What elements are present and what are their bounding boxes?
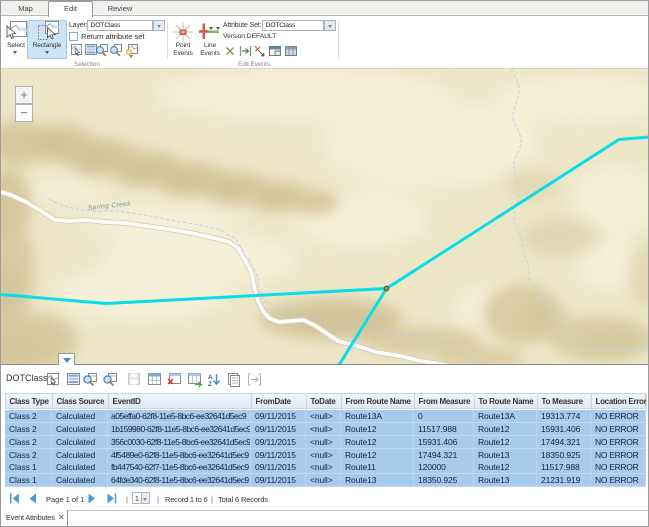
svg-text:Z: Z	[208, 381, 212, 387]
svg-text:A: A	[208, 374, 213, 381]
